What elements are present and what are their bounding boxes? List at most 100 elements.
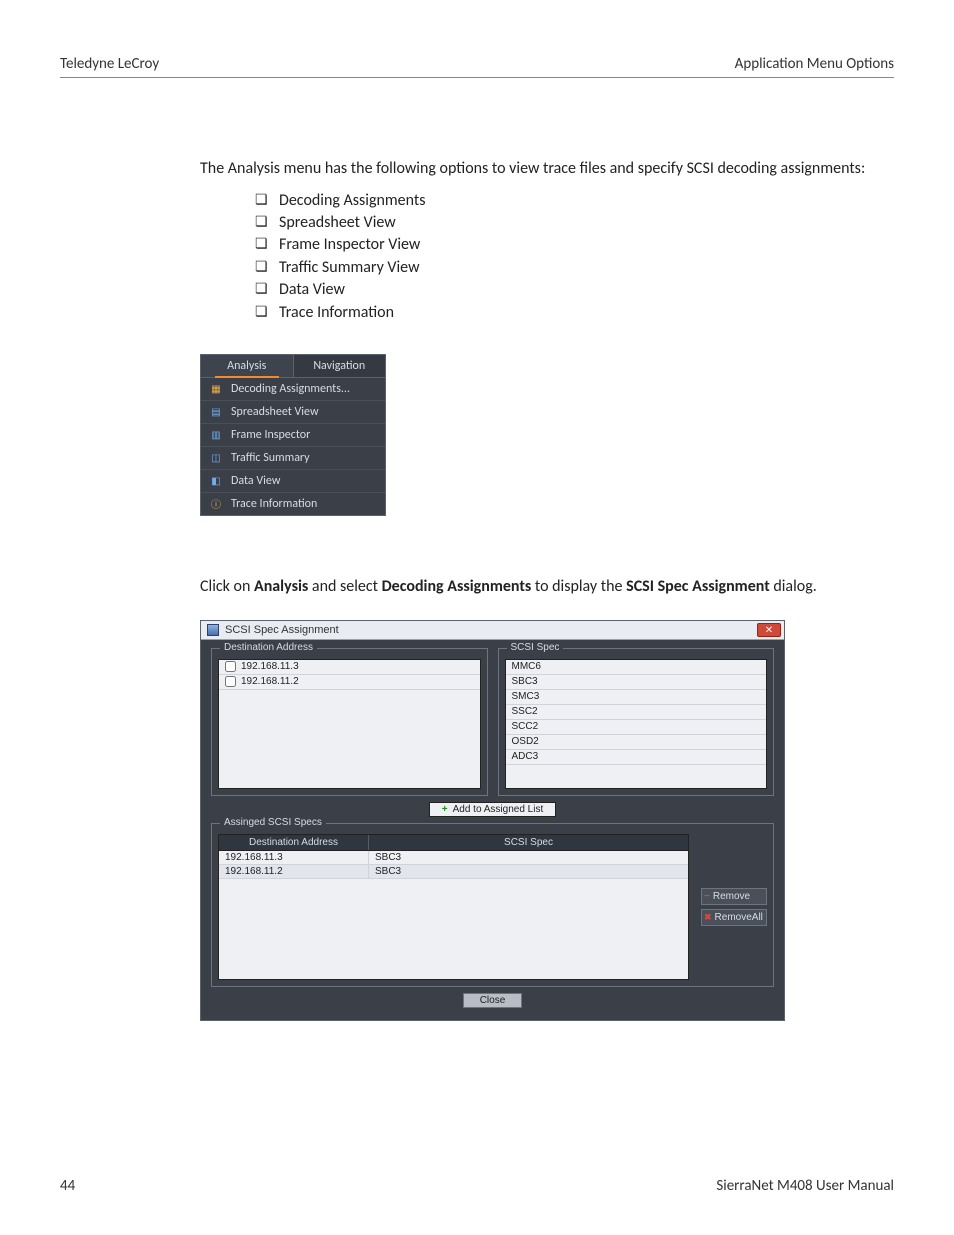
bold-text: SCSI Spec Assignment: [626, 577, 770, 596]
tab-analysis[interactable]: Analysis: [201, 355, 294, 377]
remove-button[interactable]: − Remove: [701, 888, 767, 905]
scsi-dialog: SCSI Spec Assignment ✕ Destination Addre…: [200, 620, 785, 1021]
bullet-item: Spreadsheet View: [255, 212, 874, 234]
menu-item-label: Decoding Assignments...: [231, 382, 350, 396]
close-button[interactable]: Close: [463, 993, 523, 1008]
list-item-label: OSD2: [512, 736, 539, 747]
instruction-paragraph: Click on Analysis and select Decoding As…: [200, 576, 874, 598]
menu-item-data-view[interactable]: ◧ Data View: [201, 470, 385, 493]
group-title: Assinged SCSI Specs: [220, 817, 326, 828]
tab-label: Navigation: [313, 359, 365, 373]
list-item-label: SBC3: [512, 676, 538, 687]
table-row[interactable]: 192.168.11.3 SBC3: [219, 851, 688, 865]
list-item-label: 192.168.11.3: [241, 661, 299, 672]
footer-right: SierraNet M408 User Manual: [716, 1177, 894, 1195]
summary-icon: ◫: [209, 451, 223, 465]
group-title: Destination Address: [220, 642, 317, 653]
page-number: 44: [60, 1177, 75, 1195]
page-header: Teledyne LeCroy Application Menu Options: [60, 55, 894, 78]
tab-navigation[interactable]: Navigation: [294, 355, 386, 377]
group-assigned-specs: Assinged SCSI Specs Destination Address …: [211, 823, 774, 987]
header-left: Teledyne LeCroy: [60, 55, 159, 73]
bullet-item: Traffic Summary View: [255, 257, 874, 279]
menu-item-spreadsheet[interactable]: ▤ Spreadsheet View: [201, 401, 385, 424]
button-label: Remove: [713, 891, 750, 902]
menu-tabs: Analysis Navigation: [201, 355, 385, 378]
list-item[interactable]: MMC6: [506, 660, 767, 675]
page-content: The Analysis menu has the following opti…: [200, 158, 874, 1021]
x-icon: ✖: [704, 912, 712, 923]
cell-spec: SBC3: [369, 851, 688, 865]
button-label: RemoveAll: [715, 912, 763, 923]
close-icon[interactable]: ✕: [757, 623, 781, 637]
list-item[interactable]: 192.168.11.3: [219, 660, 480, 675]
destination-listbox[interactable]: 192.168.11.3 192.168.11.2: [218, 659, 481, 789]
bullet-item: Trace Information: [255, 302, 874, 324]
assigned-table: Destination Address SCSI Spec 192.168.11…: [218, 834, 689, 980]
list-item-label: SCC2: [512, 721, 539, 732]
table-body[interactable]: 192.168.11.3 SBC3 192.168.11.2 SBC3: [218, 850, 689, 980]
inspector-icon: ▥: [209, 428, 223, 442]
button-label: Add to Assigned List: [453, 804, 544, 815]
list-item-label: ADC3: [512, 751, 539, 762]
menu-item-frame-inspector[interactable]: ▥ Frame Inspector: [201, 424, 385, 447]
list-item[interactable]: SMC3: [506, 690, 767, 705]
cell-address: 192.168.11.2: [219, 865, 369, 879]
text: and select: [308, 577, 381, 596]
remove-all-button[interactable]: ✖ RemoveAll: [701, 909, 767, 926]
list-item[interactable]: 192.168.11.2: [219, 675, 480, 690]
table-row[interactable]: 192.168.11.2 SBC3: [219, 865, 688, 879]
column-header-address: Destination Address: [219, 835, 369, 850]
list-item[interactable]: SSC2: [506, 705, 767, 720]
list-item[interactable]: OSD2: [506, 735, 767, 750]
bullet-list: Decoding Assignments Spreadsheet View Fr…: [255, 190, 874, 324]
list-item[interactable]: ADC3: [506, 750, 767, 765]
menu-item-trace-info[interactable]: ⓘ Trace Information: [201, 493, 385, 515]
menu-item-label: Data View: [231, 474, 280, 488]
cell-address: 192.168.11.3: [219, 851, 369, 865]
column-header-spec: SCSI Spec: [369, 835, 688, 850]
data-view-icon: ◧: [209, 474, 223, 488]
text: dialog.: [770, 577, 817, 596]
add-to-assigned-button[interactable]: + Add to Assigned List: [429, 802, 556, 817]
menu-item-decoding[interactable]: ▦ Decoding Assignments...: [201, 378, 385, 401]
button-label: Close: [480, 995, 506, 1006]
cell-spec: SBC3: [369, 865, 688, 879]
text: to display the: [531, 577, 626, 596]
list-item-label: SSC2: [512, 706, 538, 717]
bullet-item: Frame Inspector View: [255, 234, 874, 256]
group-title: SCSI Spec: [507, 642, 564, 653]
app-icon: [207, 624, 219, 636]
list-item-label: MMC6: [512, 661, 541, 672]
group-destination-address: Destination Address 192.168.11.3 192.168…: [211, 648, 488, 796]
list-item-label: 192.168.11.2: [241, 676, 299, 687]
menu-item-label: Spreadsheet View: [231, 405, 319, 419]
checkbox[interactable]: [225, 661, 236, 672]
menu-item-label: Trace Information: [231, 497, 317, 511]
menu-screenshot: Analysis Navigation ▦ Decoding Assignmen…: [200, 354, 386, 516]
intro-paragraph: The Analysis menu has the following opti…: [200, 158, 874, 180]
plus-icon: +: [442, 804, 448, 815]
dialog-titlebar: SCSI Spec Assignment ✕: [201, 621, 784, 640]
bullet-item: Decoding Assignments: [255, 190, 874, 212]
list-item-label: SMC3: [512, 691, 540, 702]
assignments-icon: ▦: [209, 382, 223, 396]
bullet-item: Data View: [255, 279, 874, 301]
list-item[interactable]: SCC2: [506, 720, 767, 735]
spec-listbox[interactable]: MMC6 SBC3 SMC3 SSC2 SCC2 OSD2 ADC3: [505, 659, 768, 789]
group-scsi-spec: SCSI Spec MMC6 SBC3 SMC3 SSC2 SCC2 OSD2 …: [498, 648, 775, 796]
tab-label: Analysis: [227, 359, 266, 373]
spreadsheet-icon: ▤: [209, 405, 223, 419]
bold-text: Analysis: [254, 577, 308, 596]
bold-text: Decoding Assignments: [382, 577, 532, 596]
header-right: Application Menu Options: [735, 55, 894, 73]
dialog-title: SCSI Spec Assignment: [225, 624, 339, 636]
page-footer: 44 SierraNet M408 User Manual: [60, 1177, 894, 1195]
remove-buttons: − Remove ✖ RemoveAll: [697, 834, 767, 980]
menu-item-label: Traffic Summary: [231, 451, 310, 465]
checkbox[interactable]: [225, 676, 236, 687]
menu-item-label: Frame Inspector: [231, 428, 310, 442]
menu-items: ▦ Decoding Assignments... ▤ Spreadsheet …: [201, 378, 385, 515]
menu-item-traffic-summary[interactable]: ◫ Traffic Summary: [201, 447, 385, 470]
list-item[interactable]: SBC3: [506, 675, 767, 690]
